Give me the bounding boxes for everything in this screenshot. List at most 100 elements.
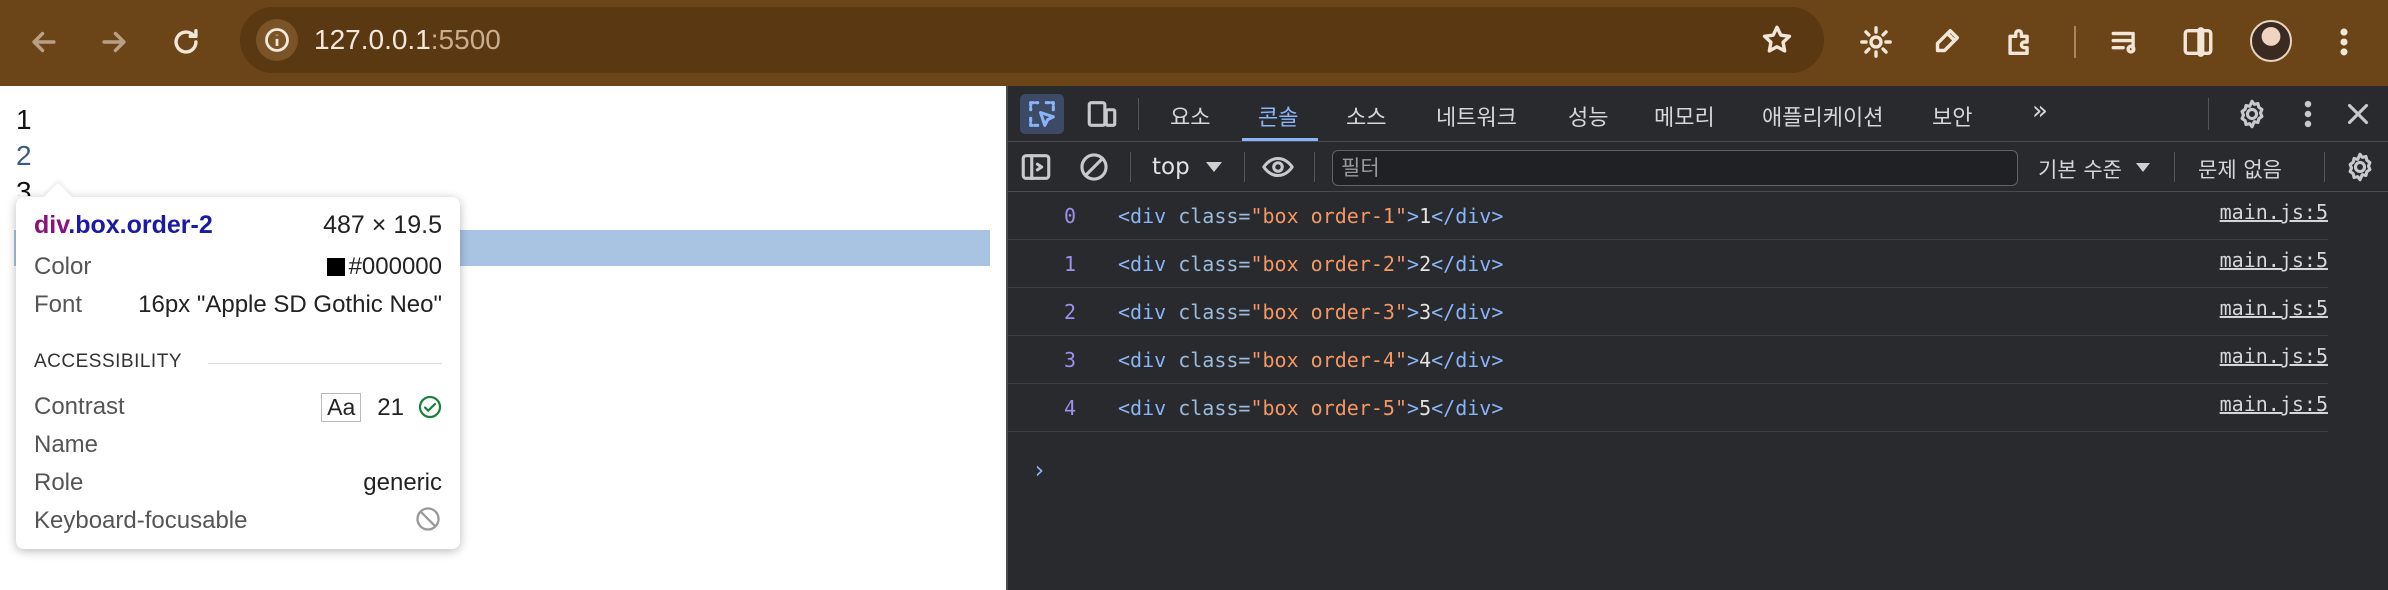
log-element[interactable]: <div class="box order-2">2</div> xyxy=(1118,252,1503,276)
more-tabs-icon[interactable]: » xyxy=(2032,96,2048,126)
element-text: 1 xyxy=(1419,204,1432,228)
tooltip-arrow xyxy=(43,182,73,212)
chevron-down-icon[interactable] xyxy=(2136,163,2150,172)
keyboard-label: Keyboard-focusable xyxy=(34,507,248,534)
log-element[interactable]: <div class="box order-5">5</div> xyxy=(1118,396,1503,420)
contrast-value-wrap: Aa 21 xyxy=(321,393,442,422)
tooltip-role-row: Role generic xyxy=(34,469,442,497)
gear-extension-icon[interactable] xyxy=(1854,20,1898,64)
log-levels-dropdown[interactable]: 기본 수준 xyxy=(2038,154,2122,184)
url-host: 127.0.0.1 xyxy=(314,24,431,55)
devtools-panel: 요소 콘솔 소스 네트워크 성능 메모리 애플리케이션 보안 » top 필터 … xyxy=(1006,86,2388,590)
console-log-row[interactable]: 2 <div class="box order-3">3</div> main.… xyxy=(1008,288,2328,336)
url-port: :5500 xyxy=(430,24,501,55)
attr-name: class= xyxy=(1178,204,1251,228)
chevron-down-icon[interactable] xyxy=(1206,162,1222,172)
attr-value: "box order-2" xyxy=(1250,252,1408,276)
tab-sources[interactable]: 소스 xyxy=(1346,100,1386,132)
clear-console-icon[interactable] xyxy=(1076,150,1112,184)
contrast-sample: Aa xyxy=(321,393,362,422)
address-bar[interactable]: 127.0.0.1:5500 xyxy=(240,7,1824,73)
log-source-link[interactable]: main.js:5 xyxy=(2220,248,2328,272)
color-swatch xyxy=(326,258,345,276)
bookmark-star-icon[interactable] xyxy=(1760,23,1794,57)
media-queue-icon[interactable] xyxy=(2104,20,2148,64)
accessibility-heading: ACCESSIBILITY xyxy=(34,351,182,372)
log-element[interactable]: <div class="box order-4">4</div> xyxy=(1118,348,1503,372)
reload-button[interactable] xyxy=(164,20,208,64)
tag-open: <div xyxy=(1118,252,1179,276)
log-index: 3 xyxy=(1064,348,1077,372)
info-icon[interactable] xyxy=(256,19,298,61)
log-index: 1 xyxy=(1064,252,1077,276)
tag-open: <div xyxy=(1118,204,1179,228)
kebab-menu-icon[interactable] xyxy=(2322,20,2366,64)
page-viewport: 1 2 3 div.box.order-2 487 × 19.5 Color #… xyxy=(0,86,1006,590)
kebab-menu-icon[interactable] xyxy=(2290,96,2326,132)
attr-value: "box order-5" xyxy=(1250,396,1408,420)
tab-performance[interactable]: 성능 xyxy=(1568,100,1608,132)
console-log-row[interactable]: 4 <div class="box order-5">5</div> main.… xyxy=(1008,384,2328,432)
tag-close-bracket: > xyxy=(1407,252,1420,276)
console-log-row[interactable]: 3 <div class="box order-4">4</div> main.… xyxy=(1008,336,2328,384)
console-filter-input[interactable] xyxy=(1332,150,2018,186)
box-order-2: 2 xyxy=(16,140,32,171)
tab-elements[interactable]: 요소 xyxy=(1170,100,1210,132)
name-label: Name xyxy=(34,431,99,458)
inspect-element-icon[interactable] xyxy=(1020,94,1064,134)
tab-network[interactable]: 네트워크 xyxy=(1436,100,1517,132)
filter-divider xyxy=(1314,152,1315,182)
console-log-row[interactable]: 1 <div class="box order-2">2</div> main.… xyxy=(1008,240,2328,288)
tab-security[interactable]: 보안 xyxy=(1932,100,1972,132)
filter-divider xyxy=(1244,152,1245,182)
toolbar-divider xyxy=(2074,26,2076,58)
role-value: generic xyxy=(363,469,442,496)
role-label: Role xyxy=(34,469,84,496)
element-text: 4 xyxy=(1419,348,1432,372)
console-prompt[interactable]: › xyxy=(1032,456,1046,484)
tab-console[interactable]: 콘솔 xyxy=(1258,100,1298,132)
log-element[interactable]: <div class="box order-3">3</div> xyxy=(1118,300,1503,324)
side-panel-icon[interactable] xyxy=(2176,20,2220,64)
inspect-tooltip: div.box.order-2 487 × 19.5 Color #000000… xyxy=(16,182,460,549)
console-settings-gear-icon[interactable] xyxy=(2342,150,2378,184)
log-source-link[interactable]: main.js:5 xyxy=(2220,296,2328,320)
eyedropper-icon[interactable] xyxy=(1924,20,1968,64)
font-value: 16px "Apple SD Gothic Neo" xyxy=(138,291,442,318)
tag-open: <div xyxy=(1118,396,1179,420)
font-label: Font xyxy=(34,291,83,318)
tooltip-name-row: Name xyxy=(34,431,442,459)
log-source-link[interactable]: main.js:5 xyxy=(2220,392,2328,416)
tab-divider xyxy=(1138,98,1139,130)
tab-application[interactable]: 애플리케이션 xyxy=(1762,100,1883,132)
log-index: 4 xyxy=(1064,396,1077,420)
tooltip-font-row: Font 16px "Apple SD Gothic Neo" xyxy=(34,291,442,319)
forward-button[interactable] xyxy=(92,20,136,64)
log-element[interactable]: <div class="box order-1">1</div> xyxy=(1118,204,1503,228)
console-log-row[interactable]: 0 <div class="box order-1">1</div> main.… xyxy=(1008,192,2328,240)
console-sidebar-icon[interactable] xyxy=(1018,150,1054,184)
live-expression-eye-icon[interactable] xyxy=(1258,150,1298,184)
profile-avatar[interactable] xyxy=(2250,20,2292,62)
issues-counter[interactable]: 문제 없음 xyxy=(2198,154,2282,184)
attr-value: "box order-4" xyxy=(1250,348,1408,372)
log-index: 0 xyxy=(1064,204,1077,228)
log-source-link[interactable]: main.js:5 xyxy=(2220,200,2328,224)
tag-close: </div> xyxy=(1431,348,1504,372)
element-text: 2 xyxy=(1419,252,1432,276)
context-selector[interactable]: top xyxy=(1152,154,1190,180)
log-source-link[interactable]: main.js:5 xyxy=(2220,344,2328,368)
settings-gear-icon[interactable] xyxy=(2234,96,2270,132)
close-icon[interactable] xyxy=(2340,96,2376,132)
puzzle-icon[interactable] xyxy=(1998,20,2042,64)
color-value-wrap: #000000 xyxy=(326,253,442,281)
selector-tag: div xyxy=(34,211,69,239)
tag-close: </div> xyxy=(1431,204,1504,228)
back-button[interactable] xyxy=(22,20,66,64)
url-text[interactable]: 127.0.0.1:5500 xyxy=(314,24,501,56)
device-toolbar-icon[interactable] xyxy=(1080,94,1124,134)
tab-memory[interactable]: 메모리 xyxy=(1654,100,1715,132)
accessibility-divider xyxy=(208,363,442,364)
active-tab-indicator xyxy=(1242,138,1318,141)
box-order-3: 3 xyxy=(16,176,32,196)
